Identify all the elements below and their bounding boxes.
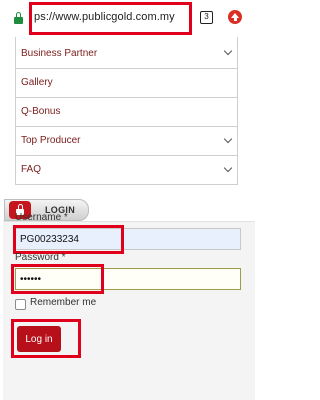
username-input[interactable] [15,228,241,250]
menu-item-faq[interactable]: FAQ [15,156,238,185]
menu-item-label: Top Producer [21,135,81,146]
chevron-down-icon [223,46,233,55]
password-input[interactable] [15,268,241,290]
remember-me-checkbox[interactable] [15,299,26,310]
lock-icon [14,12,24,24]
url-highlight-box [29,2,192,35]
password-label: Password * [15,252,66,263]
nav-menu: Business Partner Gallery Q-Bonus Top Pro… [15,37,238,185]
chevron-down-icon [223,163,233,173]
login-form: Username * Password * Remember me Log in [3,212,255,400]
chevron-down-icon [223,134,233,144]
upload-icon[interactable] [228,10,242,24]
menu-item-q-bonus[interactable]: Q-Bonus [15,98,238,127]
menu-item-gallery[interactable]: Gallery [15,69,238,98]
menu-item-label: Q-Bonus [21,106,61,117]
remember-me-label: Remember me [30,297,97,308]
menu-item-label: Gallery [21,77,53,88]
login-button[interactable]: Log in [17,326,61,352]
menu-item-label: FAQ [21,164,42,175]
menu-item-label: Business Partner [21,48,98,59]
username-label: Username * [15,212,68,223]
menu-item-business-partner[interactable]: Business Partner [15,37,238,69]
menu-item-top-producer[interactable]: Top Producer [15,127,238,156]
tab-switcher-button[interactable]: 3 [200,11,213,24]
browser-toolbar: ps://www.publicgold.com.my 3 [0,0,255,37]
